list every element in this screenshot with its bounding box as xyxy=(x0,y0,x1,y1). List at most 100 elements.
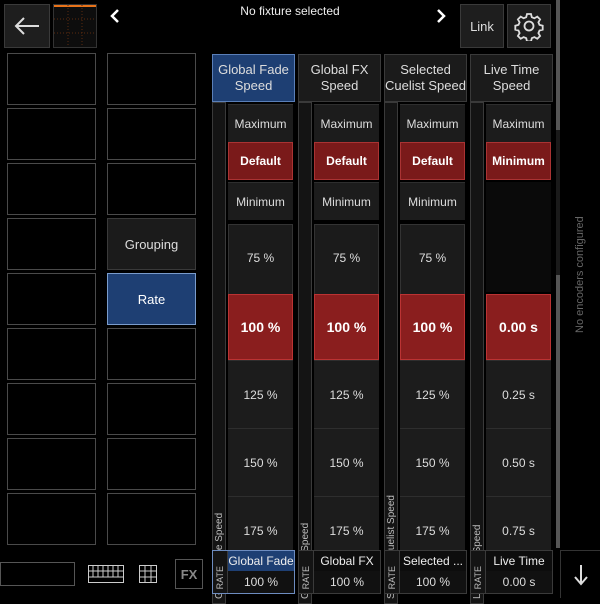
keyboard-button[interactable] xyxy=(86,562,126,586)
empty-slot[interactable] xyxy=(7,383,96,435)
maximum-option[interactable]: Maximum xyxy=(400,104,465,142)
arrow-left-icon xyxy=(14,16,40,36)
scrollbar-thumb[interactable] xyxy=(556,275,560,548)
column-header[interactable]: Live Time Speed xyxy=(470,54,553,102)
global-fade-speed-column: Global Fade Speed Global Fade Speed Maxi… xyxy=(212,54,295,604)
scale-value[interactable]: 150 % xyxy=(314,428,379,496)
encoder-value: 0.00 s xyxy=(486,571,552,593)
scale-value[interactable]: 150 % xyxy=(400,428,465,496)
encoder-name: Global Fade xyxy=(228,551,294,571)
maximum-option[interactable]: Maximum xyxy=(486,104,551,142)
scale-value[interactable]: 125 % xyxy=(314,360,379,428)
column-strip: Live Time Speed xyxy=(470,102,484,604)
empty-slot[interactable] xyxy=(107,383,196,435)
rate-tag: RATE xyxy=(299,551,314,593)
rate-tag: RATE xyxy=(385,551,400,593)
rate-tag: RATE xyxy=(471,551,486,593)
column-strip: Global Fade Speed xyxy=(212,102,226,604)
scrollbar-thumb[interactable] xyxy=(556,0,560,130)
current-scale-value[interactable]: 0.00 s xyxy=(486,294,551,360)
encoder-footer[interactable]: RATE Global FX 100 % xyxy=(298,550,381,594)
encoder-value: 100 % xyxy=(228,571,294,593)
back-button[interactable] xyxy=(4,4,50,48)
grouping-button[interactable]: Grouping xyxy=(107,218,196,270)
empty-slot[interactable] xyxy=(7,218,96,270)
default-option[interactable]: Default xyxy=(228,142,293,180)
settings-button[interactable] xyxy=(507,4,551,48)
chevron-right-icon xyxy=(435,8,447,24)
empty-slot[interactable] xyxy=(107,163,196,215)
minimum-option[interactable]: Minimum xyxy=(486,142,551,180)
command-input[interactable] xyxy=(0,562,75,586)
rate-button[interactable]: Rate xyxy=(107,273,196,325)
maximum-option[interactable]: Maximum xyxy=(228,104,293,142)
rate-tag: RATE xyxy=(213,551,228,593)
empty-slot[interactable] xyxy=(7,53,96,105)
minimum-option[interactable]: Minimum xyxy=(314,182,379,220)
empty-slot[interactable] xyxy=(107,328,196,380)
scale-value[interactable]: 0.25 s xyxy=(486,360,551,428)
empty-slot[interactable] xyxy=(7,438,96,490)
empty-slot[interactable] xyxy=(107,53,196,105)
scale-value[interactable]: 75 % xyxy=(228,224,293,292)
scale-value[interactable]: 75 % xyxy=(314,224,379,292)
column-strip: Selected Cuelist Speed xyxy=(384,102,398,604)
encoder-value: 100 % xyxy=(314,571,380,593)
encoder-footer[interactable]: RATE Live Time 0.00 s xyxy=(470,550,553,594)
empty-slot[interactable] xyxy=(7,493,96,545)
chevron-left-icon xyxy=(109,8,121,24)
encoder-footer[interactable]: RATE Selected ... 100 % xyxy=(384,550,467,594)
encoder-name: Selected ... xyxy=(402,554,464,568)
default-option[interactable]: Default xyxy=(400,142,465,180)
empty-slot[interactable] xyxy=(7,108,96,160)
maximum-option[interactable]: Maximum xyxy=(314,104,379,142)
column-header[interactable]: Global FX Speed xyxy=(298,54,381,102)
keyboard-icon xyxy=(88,565,124,583)
default-option[interactable]: Default xyxy=(314,142,379,180)
encoder-footer[interactable]: RATE Global Fade 100 % xyxy=(212,550,295,594)
link-button[interactable]: Link xyxy=(460,4,504,48)
scale-value[interactable]: 125 % xyxy=(400,360,465,428)
rate-button-label: Rate xyxy=(137,291,166,307)
empty-slot[interactable] xyxy=(107,108,196,160)
fx-button-label: FX xyxy=(180,566,198,582)
grid-view-button[interactable] xyxy=(136,562,160,586)
scale-value[interactable]: 75 % xyxy=(400,224,465,292)
column-header[interactable]: Selected Cuelist Speed xyxy=(384,54,467,102)
empty-slot[interactable] xyxy=(107,438,196,490)
vertical-scrollbar[interactable] xyxy=(556,0,560,548)
no-encoders-message: No encoders configured xyxy=(574,216,586,334)
current-scale-value[interactable]: 100 % xyxy=(228,294,293,360)
empty-slot[interactable] xyxy=(7,328,96,380)
scale-value[interactable]: 150 % xyxy=(228,428,293,496)
fx-button[interactable]: FX xyxy=(175,559,203,589)
empty-slot[interactable] xyxy=(7,273,96,325)
column-header[interactable]: Global Fade Speed xyxy=(212,54,295,102)
selected-cuelist-speed-column: Selected Cuelist Speed Selected Cuelist … xyxy=(384,54,467,604)
scale-value[interactable]: 125 % xyxy=(228,360,293,428)
encoder-name: Global FX xyxy=(320,554,374,568)
link-button-label: Link xyxy=(470,18,494,34)
current-scale-value[interactable]: 100 % xyxy=(400,294,465,360)
grid-icon xyxy=(139,565,157,583)
scroll-down-button[interactable] xyxy=(560,550,600,598)
grid-preview-icon xyxy=(54,5,96,47)
next-fixture-button[interactable] xyxy=(430,4,452,28)
preview-thumbnail[interactable] xyxy=(53,4,97,48)
empty-option xyxy=(486,182,551,292)
arrow-down-icon xyxy=(573,564,589,586)
previous-fixture-button[interactable] xyxy=(104,4,126,28)
gear-icon xyxy=(514,11,544,41)
minimum-option[interactable]: Minimum xyxy=(228,182,293,220)
fixture-title: No fixture selected xyxy=(240,4,340,18)
current-scale-value[interactable]: 100 % xyxy=(314,294,379,360)
minimum-option[interactable]: Minimum xyxy=(400,182,465,220)
grouping-button-label: Grouping xyxy=(124,236,179,252)
live-time-speed-column: Live Time Speed Live Time Speed Maximum … xyxy=(470,54,553,604)
empty-slot[interactable] xyxy=(7,163,96,215)
encoder-name: Live Time xyxy=(493,554,545,568)
scale-value[interactable]: 0.50 s xyxy=(486,428,551,496)
encoder-panel: No encoders configured xyxy=(562,0,600,548)
empty-slot[interactable] xyxy=(107,493,196,545)
column-strip: Global FX Speed xyxy=(298,102,312,604)
